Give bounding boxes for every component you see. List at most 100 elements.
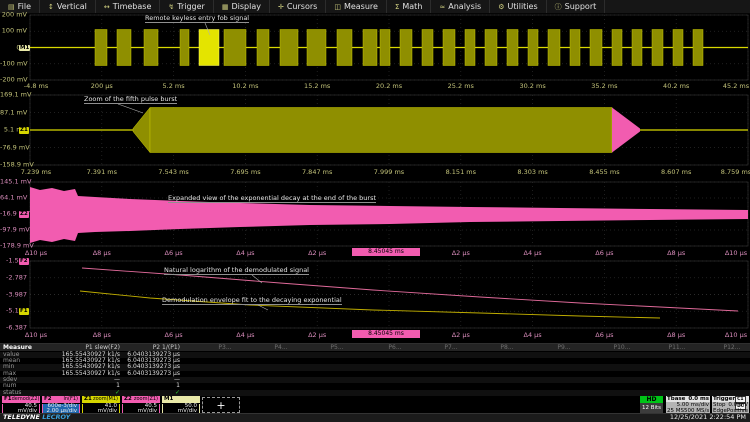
descriptor-header: F2 ln(F1) [42, 396, 80, 403]
x-axis-label: 30.2 ms [519, 82, 545, 90]
hd-badge: HD [640, 396, 663, 403]
x-axis-label: Δ6 µs [595, 331, 613, 339]
menu-item-display[interactable]: ▦Display [214, 0, 270, 13]
timebase-icon: ↔ [104, 3, 110, 11]
x-axis-label: 7.239 ms [21, 168, 51, 176]
menu-item-cursors[interactable]: ✛Cursors [270, 0, 326, 13]
analysis-icon: ≈ [439, 3, 445, 11]
y-axis-label: 200 mV [0, 12, 27, 19]
x-axis-label: Δ6 µs [595, 249, 613, 257]
descriptor-source: ln(F1) [63, 396, 78, 403]
x-axis-label: 7.999 ms [374, 168, 404, 176]
x-axis-label: 10.2 ms [232, 82, 258, 90]
menu-label: Display [231, 2, 261, 11]
center-time-ref-plot4: 8.45045 ms [352, 330, 420, 338]
y-axis-label: -76.9 mV [0, 144, 27, 151]
vertical-icon: ↕ [48, 3, 54, 11]
descriptor-id: F1 [4, 396, 12, 403]
x-axis-label: 8.151 ms [446, 168, 476, 176]
x-axis-label: Δ4 µs [524, 249, 542, 257]
trigger-box[interactable]: Trigger C1 DC Stop0.0 mV EdgePositive [712, 396, 749, 414]
x-axis-label: Δ8 µs [93, 331, 111, 339]
menu-label: Utilities [508, 2, 538, 11]
x-axis-label: 35.2 ms [591, 82, 617, 90]
x-axis-label: 7.543 ms [158, 168, 188, 176]
trace-badge-z2[interactable]: Z2 [19, 211, 29, 218]
measure-col-header[interactable]: P9... [536, 345, 592, 352]
menu-label: Vertical [57, 2, 87, 11]
annotation-natural-log: Natural logarithm of the demodulated sig… [164, 267, 309, 275]
descriptor-id: Z1 [84, 396, 92, 403]
menu-item-math[interactable]: ΣMath [387, 0, 431, 13]
menu-label: Timebase [113, 2, 152, 11]
x-axis-label: Δ10 µs [725, 331, 747, 339]
oscilloscope-screen: ▤File↕Vertical↔Timebase↯Trigger▦Display✛… [0, 0, 750, 422]
measure-col-header[interactable]: P5... [309, 345, 365, 352]
y-axis-label: -2.787 [0, 274, 27, 281]
x-axis-label: 8.455 ms [589, 168, 619, 176]
menu-item-vertical[interactable]: ↕Vertical [40, 0, 96, 13]
menu-item-trigger[interactable]: ↯Trigger [160, 0, 213, 13]
menu-item-utilities[interactable]: ⚙Utilities [490, 0, 546, 13]
annotation-envelope-fit: Demodulation envelope fit to the decayin… [162, 297, 342, 305]
x-axis-label: 45.2 ms [723, 82, 749, 90]
measure-col-header[interactable]: P12... [704, 345, 750, 352]
x-axis-label: 5.2 ms [163, 82, 185, 90]
menu-label: Measure [344, 2, 378, 11]
y-axis-label: 145.1 mV [0, 179, 27, 186]
x-axis-label: 40.2 ms [663, 82, 689, 90]
descriptor-source: demod(Z2) [12, 396, 40, 403]
x-axis-label: -4.8 ms [24, 82, 48, 90]
x-axis-label: 25.2 ms [448, 82, 474, 90]
measure-col-header[interactable]: P10... [594, 345, 650, 352]
descriptor-z1[interactable]: Z1zoom(M1)41.0 mV/div152 µs/div [82, 396, 120, 414]
timebase-box[interactable]: Tbase 0.0 ms 5.00 ms/div 25 MS500 MS/s [666, 396, 710, 414]
descriptor-m1[interactable]: M150.0 mV/div5.00 ms/div [162, 396, 200, 414]
descriptor-source: zoom(Z1) [134, 396, 158, 403]
x-axis-label: Δ2 µs [308, 249, 326, 257]
y-axis-label: 87.1 mV [0, 109, 27, 116]
menu-item-analysis[interactable]: ≈Analysis [431, 0, 490, 13]
x-axis-label: Δ4 µs [524, 331, 542, 339]
measure-col-header[interactable]: P11... [649, 345, 705, 352]
descriptor-header: F1demod(Z2) [2, 396, 40, 403]
measure-col-header[interactable]: P3... [197, 345, 253, 352]
y-axis-label: 64.1 mV [0, 195, 27, 202]
add-trace-button[interactable]: + [202, 397, 240, 413]
descriptor-header: M1 [162, 396, 200, 403]
trace-badge-m1[interactable]: M1 [19, 45, 30, 52]
trace-badge-f1[interactable]: F1 [19, 308, 29, 315]
menu-label: Cursors [287, 2, 317, 11]
menu-item-measure[interactable]: ◫Measure [326, 0, 387, 13]
annotation-zoom-burst: Zoom of the fifth pulse burst [84, 96, 177, 104]
descriptor-source: zoom(M1) [93, 396, 118, 403]
menu-label: Trigger [177, 2, 205, 11]
measure-col-header[interactable]: P4... [253, 345, 309, 352]
descriptor-f1[interactable]: F1demod(Z2)40.5 mV/div2.00 µs/div [2, 396, 40, 414]
x-axis-label: 20.2 ms [376, 82, 402, 90]
brand-logo: TELEDYNE LECROY [3, 413, 70, 421]
x-axis-label: 8.607 ms [661, 168, 691, 176]
measure-col-header[interactable]: P7... [423, 345, 479, 352]
descriptor-f2[interactable]: F2ln(F1)600e-3/div2.00 µs/div [42, 396, 80, 414]
menu-item-timebase[interactable]: ↔Timebase [96, 0, 161, 13]
x-axis-label: 8.303 ms [517, 168, 547, 176]
trigger-icon: ↯ [168, 3, 174, 11]
descriptor-z2[interactable]: Z2zoom(Z1)40.5 mV/div2.00 µs/div [122, 396, 160, 414]
measure-icon: ◫ [334, 3, 341, 11]
x-axis-label: 7.695 ms [230, 168, 260, 176]
measure-col-header[interactable]: P6... [367, 345, 423, 352]
file-icon: ▤ [8, 3, 15, 11]
trace-badge-z1[interactable]: Z1 [19, 127, 29, 134]
x-axis-label: 7.391 ms [87, 168, 117, 176]
descriptor-id: F2 [44, 396, 52, 403]
x-axis-label: Δ10 µs [725, 249, 747, 257]
y-axis-label: -97.9 mV [0, 227, 27, 234]
y-axis-label: -3.987 [0, 291, 27, 298]
menu-label: Support [565, 2, 597, 11]
trace-badge-f2[interactable]: F2 [19, 258, 29, 265]
measure-col-header[interactable]: P8... [479, 345, 535, 352]
menu-item-support[interactable]: ⓘSupport [547, 0, 606, 13]
x-axis-label: Δ2 µs [308, 331, 326, 339]
datetime-label: 12/25/2021 2:22:54 PM [670, 413, 746, 421]
